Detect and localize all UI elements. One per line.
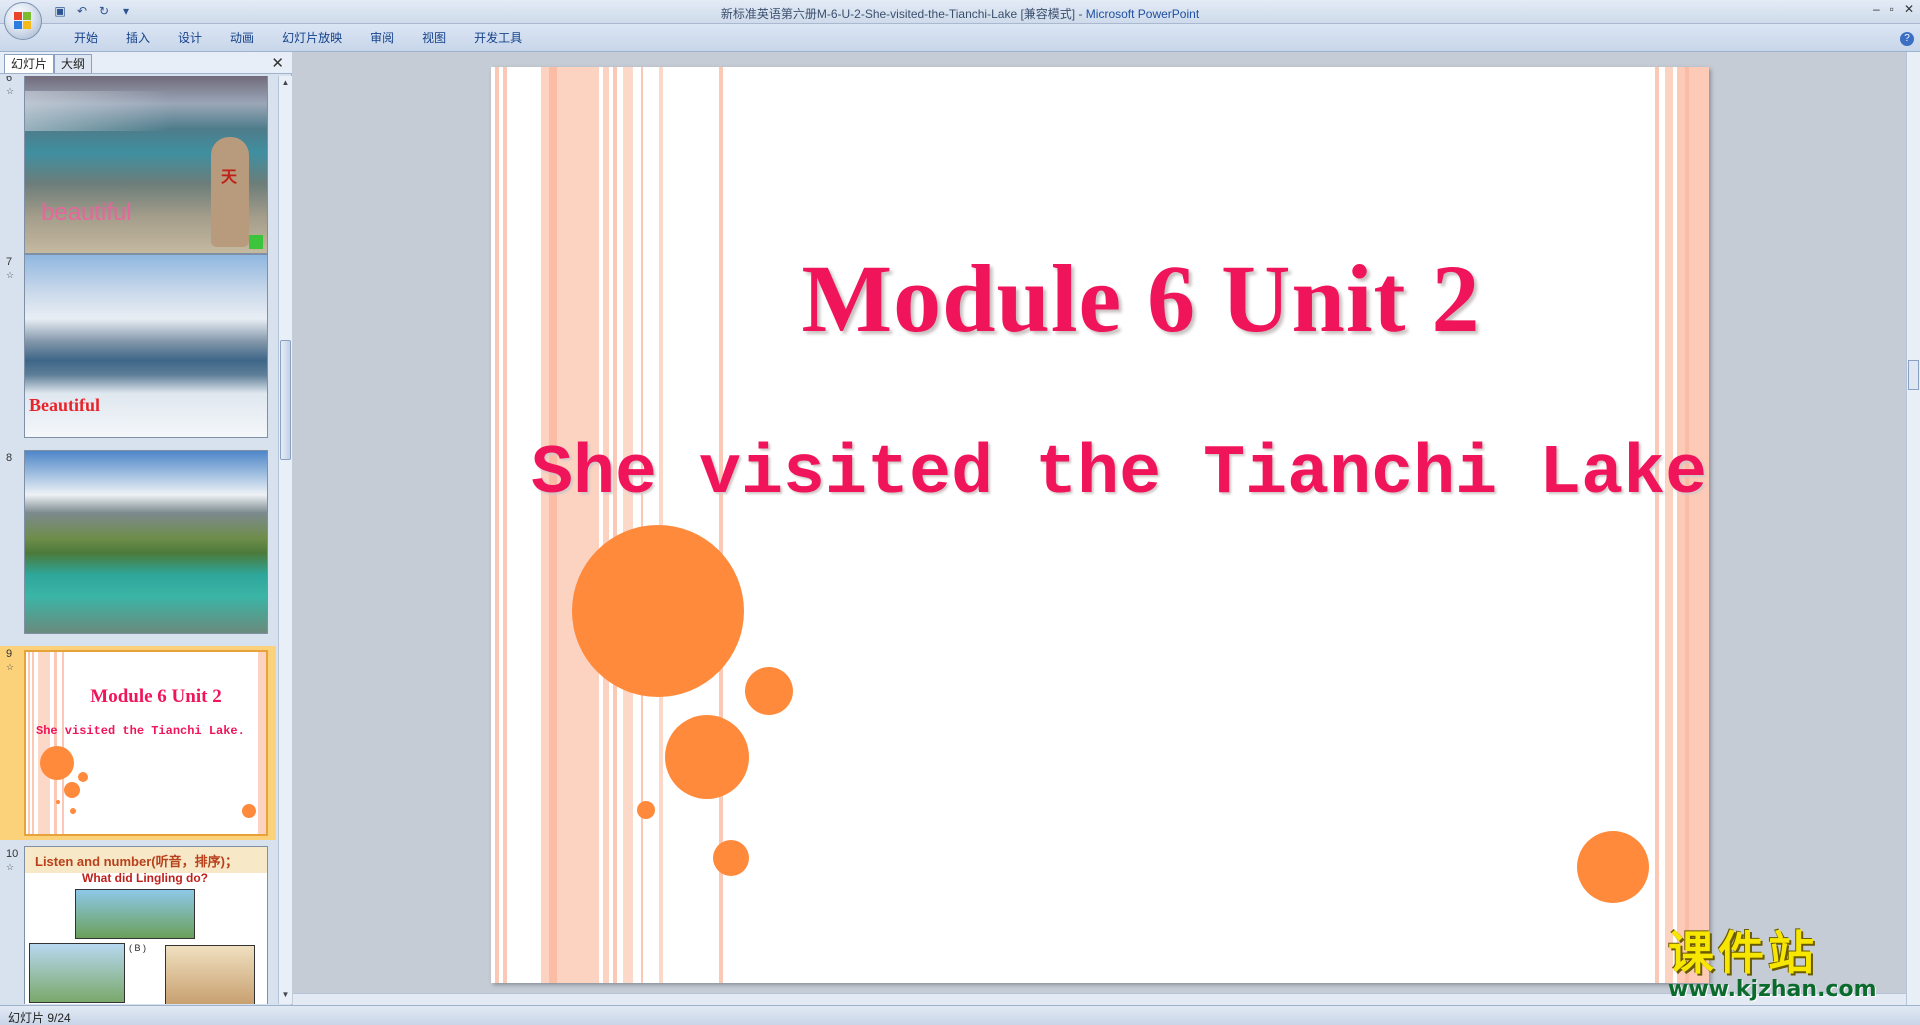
tab-outline[interactable]: 大纲 <box>54 54 93 73</box>
decorative-circle <box>713 840 749 876</box>
tab-developer[interactable]: 开发工具 <box>460 30 536 46</box>
thumb-subtitle: She visited the Tianchi Lake. <box>36 724 245 738</box>
slide-10-preview: Listen and number(听音，排序)； What did Lingl… <box>24 846 268 1004</box>
slide-counter: 幻灯片 9/24 <box>8 1011 71 1025</box>
thumbnail-slide-10[interactable]: 10 ☆ Listen and number(听音，排序)； What did … <box>0 846 276 1004</box>
transition-icon: ☆ <box>6 662 15 672</box>
site-watermark: 课件站 www.kjzhan.com <box>1668 926 1908 1002</box>
tab-slideshow[interactable]: 幻灯片放映 <box>268 30 356 46</box>
tab-view[interactable]: 视图 <box>408 30 460 46</box>
tab-slides[interactable]: 幻灯片 <box>4 54 55 73</box>
slide-9-preview: Module 6 Unit 2 She visited the Tianchi … <box>24 650 268 836</box>
decorative-circle <box>637 801 655 819</box>
slide-editor: Module 6 Unit 2 She visited the Tianchi … <box>293 52 1920 1005</box>
scroll-up-icon[interactable]: ▲ <box>279 78 292 90</box>
slide-title[interactable]: Module 6 Unit 2 <box>741 243 1541 354</box>
transition-icon: ☆ <box>6 862 15 872</box>
title-bar: ▣ ↶ ↻ ▾ 新标准英语第六册M-6-U-2-She-visited-the-… <box>0 0 1920 24</box>
decorative-circle <box>745 667 793 715</box>
help-icon[interactable]: ? <box>1900 32 1914 46</box>
slide-number: 7 <box>6 256 13 268</box>
tab-home[interactable]: 开始 <box>60 30 112 46</box>
window-controls: – ▫ ✕ <box>1873 2 1914 16</box>
watermark-url: www.kjzhan.com <box>1668 977 1877 1002</box>
transition-icon: ☆ <box>6 86 15 96</box>
thumbnail-slide-9[interactable]: 9 ☆ Module 6 Unit 2 She visited the Tian… <box>0 646 276 840</box>
tab-animations[interactable]: 动画 <box>216 30 268 46</box>
pane-tabs: 幻灯片 大纲 ✕ <box>0 52 292 74</box>
minimize-icon[interactable]: – <box>1873 2 1880 16</box>
thumbnail-slide-7[interactable]: 7 ☆ Beautiful <box>0 254 276 444</box>
status-bar: 幻灯片 9/24 <box>0 1005 1920 1025</box>
restore-icon[interactable]: ▫ <box>1890 2 1894 16</box>
ribbon: 开始 插入 设计 动画 幻灯片放映 审阅 视图 开发工具 ? <box>0 24 1920 52</box>
slide-number: 8 <box>6 452 13 464</box>
scroll-thumb[interactable] <box>1908 360 1919 390</box>
decorative-circle <box>665 715 749 799</box>
slide-subtitle[interactable]: She visited the Tianchi Lake. <box>531 435 1709 514</box>
slide-6-preview: 天 beautiful <box>24 76 268 254</box>
thumb-title: Listen and number(听音，排序)； <box>35 854 238 869</box>
office-button[interactable] <box>4 2 42 40</box>
document-name: 新标准英语第六册M-6-U-2-She-visited-the-Tianchi-… <box>720 7 1086 21</box>
close-icon[interactable]: ✕ <box>1904 2 1914 16</box>
decorative-circle <box>1577 831 1649 903</box>
slide-number: 6 <box>6 76 13 84</box>
slide-number: 10 <box>6 848 19 860</box>
thumb-caption: beautiful <box>41 199 132 226</box>
slide-8-preview <box>24 450 268 634</box>
slide-thumbnails: 6 ☆ 天 beautiful 7 ☆ Beautiful 8 9 ☆ Modu… <box>0 76 276 1004</box>
thumbnail-slide-8[interactable]: 8 <box>0 450 276 640</box>
scroll-down-icon[interactable]: ▼ <box>279 990 292 1002</box>
thumbnail-slide-6[interactable]: 6 ☆ 天 beautiful <box>0 76 276 260</box>
editor-scrollbar[interactable] <box>1906 52 1920 1005</box>
tab-design[interactable]: 设计 <box>164 30 216 46</box>
thumb-label: ( B ) <box>129 943 146 953</box>
decorative-circle <box>572 525 744 697</box>
office-logo-icon <box>14 12 32 30</box>
rock-inscription: 天 <box>221 169 238 186</box>
window-title: 新标准英语第六册M-6-U-2-She-visited-the-Tianchi-… <box>0 5 1920 22</box>
thumb-caption: Beautiful <box>29 395 101 415</box>
slide-7-preview: Beautiful <box>24 254 268 438</box>
tab-insert[interactable]: 插入 <box>112 30 164 46</box>
tab-review[interactable]: 审阅 <box>356 30 408 46</box>
transition-icon: ☆ <box>6 270 15 280</box>
slide-number: 9 <box>6 648 13 660</box>
thumbnails-scrollbar[interactable]: ▲ ▼ <box>278 76 292 1004</box>
app-name: Microsoft PowerPoint <box>1085 7 1200 21</box>
ribbon-tabs: 开始 插入 设计 动画 幻灯片放映 审阅 视图 开发工具 <box>60 30 536 46</box>
close-pane-icon[interactable]: ✕ <box>271 54 284 72</box>
thumb-subtitle: What did Lingling do? <box>82 871 208 885</box>
watermark-text: 课件站 <box>1668 926 1818 980</box>
thumb-title: Module 6 Unit 2 <box>90 686 222 707</box>
editor-hscrollbar[interactable] <box>293 993 1906 1005</box>
slides-pane: 幻灯片 大纲 ✕ 6 ☆ 天 beautiful 7 ☆ Beautiful 8… <box>0 52 292 1005</box>
scroll-thumb[interactable] <box>280 340 291 460</box>
current-slide[interactable]: Module 6 Unit 2 She visited the Tianchi … <box>491 67 1709 983</box>
